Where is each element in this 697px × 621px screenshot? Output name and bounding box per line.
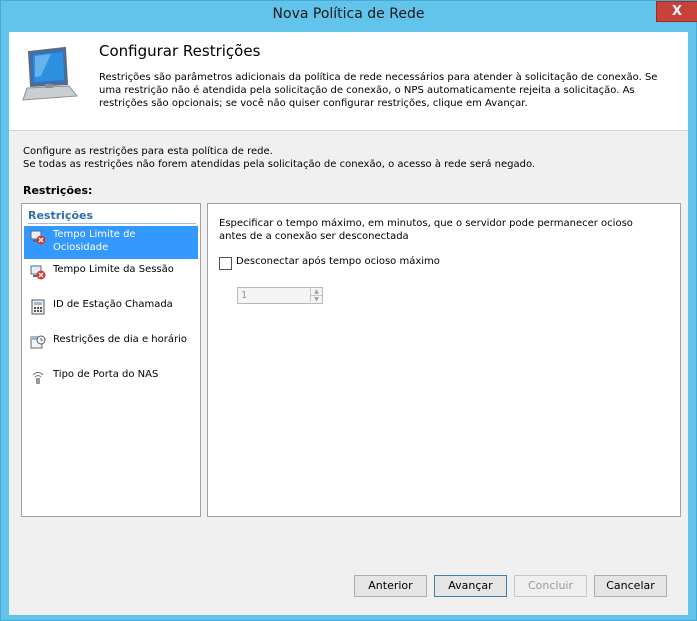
dialog-window: Nova Política de Rede X Configurar Restr… xyxy=(0,0,697,621)
disconnect-checkbox[interactable] xyxy=(219,257,232,270)
restrictions-nav-list: Restrições Tempo Limite de Ociosidade Te… xyxy=(21,203,201,517)
nav-item-day-time[interactable]: Restrições de dia e horário xyxy=(24,331,198,364)
nav-item-label: ID de Estação Chamada xyxy=(53,299,173,310)
next-button[interactable]: Avançar xyxy=(434,575,507,597)
idle-minutes-value[interactable]: 1 xyxy=(241,290,247,301)
nav-item-station-id[interactable]: ID de Estação Chamada xyxy=(24,296,198,329)
page-description: Restrições são parâmetros adicionais da … xyxy=(99,72,658,109)
nav-item-label: Restrições de dia e horário xyxy=(53,334,187,345)
back-button[interactable]: Anterior xyxy=(354,575,427,597)
intro-text: Configure as restrições para esta políti… xyxy=(23,145,535,171)
intro-line-1: Configure as restrições para esta políti… xyxy=(23,146,273,157)
intro-line-2: Se todas as restrições não forem atendid… xyxy=(23,159,536,170)
settings-panel: Especificar o tempo máximo, em minutos, … xyxy=(207,203,681,517)
nav-item-session-timeout[interactable]: Tempo Limite da Sessão xyxy=(24,261,198,294)
idle-timeout-icon xyxy=(30,230,46,245)
dialog-content: Configurar Restrições Restrições são par… xyxy=(9,32,688,615)
nav-item-label: Tempo Limite da Sessão xyxy=(53,264,174,275)
day-time-icon xyxy=(30,335,46,349)
finish-button[interactable]: Concluir xyxy=(514,575,587,597)
nav-item-label: Tipo de Porta do NAS xyxy=(53,369,159,380)
header-banner: Configurar Restrições Restrições são par… xyxy=(9,32,688,131)
setting-description: Especificar o tempo máximo, em minutos, … xyxy=(219,218,633,242)
spin-up-icon[interactable]: ▲ xyxy=(310,288,322,295)
disconnect-checkbox-label[interactable]: Desconectar após tempo ocioso máximo xyxy=(236,256,440,267)
nas-port-icon xyxy=(32,372,44,384)
idle-minutes-stepper[interactable]: 1 ▲ ▼ xyxy=(237,287,323,304)
nav-item-idle-timeout[interactable]: Tempo Limite de Ociosidade xyxy=(24,226,198,259)
close-button[interactable]: X xyxy=(656,1,697,22)
nav-item-label: Tempo Limite de Ociosidade xyxy=(53,229,136,253)
nav-item-nas-port[interactable]: Tipo de Porta do NAS xyxy=(24,366,198,399)
computer-monitor-icon xyxy=(22,46,78,101)
restrictions-label: Restrições: xyxy=(23,184,93,197)
spin-down-icon[interactable]: ▼ xyxy=(310,295,322,303)
title-bar[interactable]: Nova Política de Rede xyxy=(1,1,696,31)
station-id-icon xyxy=(31,299,45,315)
page-title: Configurar Restrições xyxy=(99,42,261,60)
cancel-button[interactable]: Cancelar xyxy=(594,575,667,597)
nav-group-header: Restrições xyxy=(28,209,94,222)
session-timeout-icon xyxy=(30,265,46,280)
window-title: Nova Política de Rede xyxy=(272,6,425,22)
group-divider xyxy=(28,223,196,224)
